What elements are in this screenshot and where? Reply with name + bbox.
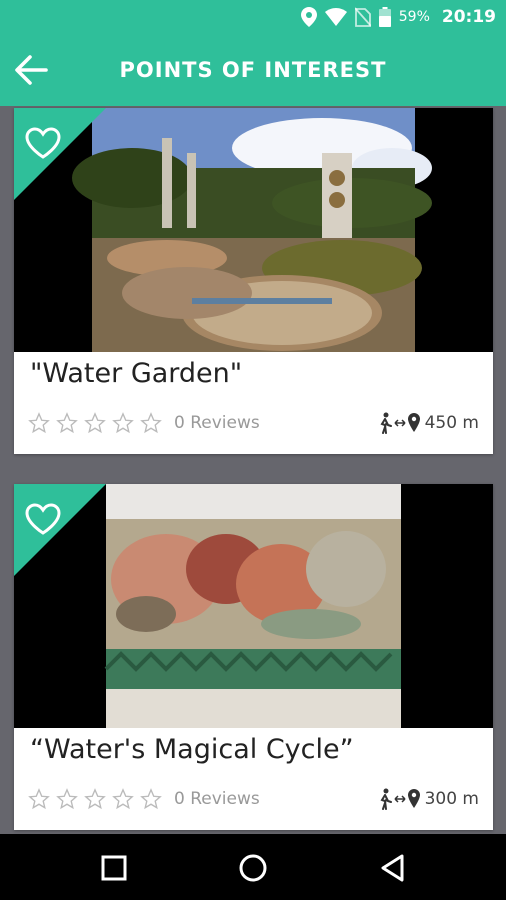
battery-icon <box>378 7 391 27</box>
heart-icon[interactable] <box>24 502 62 536</box>
app-bar: POINTS OF INTEREST <box>0 34 506 106</box>
clock: 20:19 <box>441 7 496 27</box>
poi-meta: 0 Reviews 300 m <box>28 784 479 814</box>
star-empty-icon <box>140 788 162 810</box>
poi-list[interactable]: "Water Garden" 0 Reviews 450 m “Water's … <box>0 106 506 834</box>
distance: 300 m <box>379 788 479 810</box>
poi-card[interactable]: “Water's Magical Cycle” 0 Reviews 300 m <box>14 484 493 830</box>
page-title: POINTS OF INTEREST <box>119 58 387 82</box>
star-empty-icon <box>84 412 106 434</box>
walking-distance-icon <box>380 788 420 810</box>
poi-photo <box>14 108 493 352</box>
star-empty-icon <box>112 788 134 810</box>
star-empty-icon <box>28 788 50 810</box>
star-empty-icon <box>56 788 78 810</box>
walking-distance-icon <box>380 412 420 434</box>
star-empty-icon <box>112 412 134 434</box>
status-bar: 59% 20:19 <box>0 0 506 34</box>
location-icon <box>300 7 317 27</box>
poi-name: “Water's Magical Cycle” <box>30 734 354 765</box>
distance-value: 450 m <box>424 413 479 433</box>
reviews-count: 0 Reviews <box>174 789 260 809</box>
home-circle-icon[interactable] <box>237 852 269 884</box>
poi-name: "Water Garden" <box>30 358 243 389</box>
poi-meta: 0 Reviews 450 m <box>28 408 479 438</box>
reviews-count: 0 Reviews <box>174 413 260 433</box>
rating-stars[interactable] <box>28 788 162 810</box>
star-empty-icon <box>140 412 162 434</box>
no-sim-icon <box>354 7 371 27</box>
battery-percent: 59% <box>398 9 430 25</box>
poi-photo <box>14 484 493 728</box>
wifi-icon <box>324 8 347 26</box>
back-triangle-icon[interactable] <box>377 852 409 884</box>
star-empty-icon <box>28 412 50 434</box>
star-empty-icon <box>84 788 106 810</box>
star-empty-icon <box>56 412 78 434</box>
recents-square-icon[interactable] <box>98 852 130 884</box>
distance-value: 300 m <box>424 789 479 809</box>
system-nav-bar <box>0 834 506 900</box>
rating-stars[interactable] <box>28 412 162 434</box>
back-arrow-icon[interactable] <box>10 50 50 90</box>
distance: 450 m <box>379 412 479 434</box>
heart-icon[interactable] <box>24 126 62 160</box>
poi-card[interactable]: "Water Garden" 0 Reviews 450 m <box>14 108 493 454</box>
